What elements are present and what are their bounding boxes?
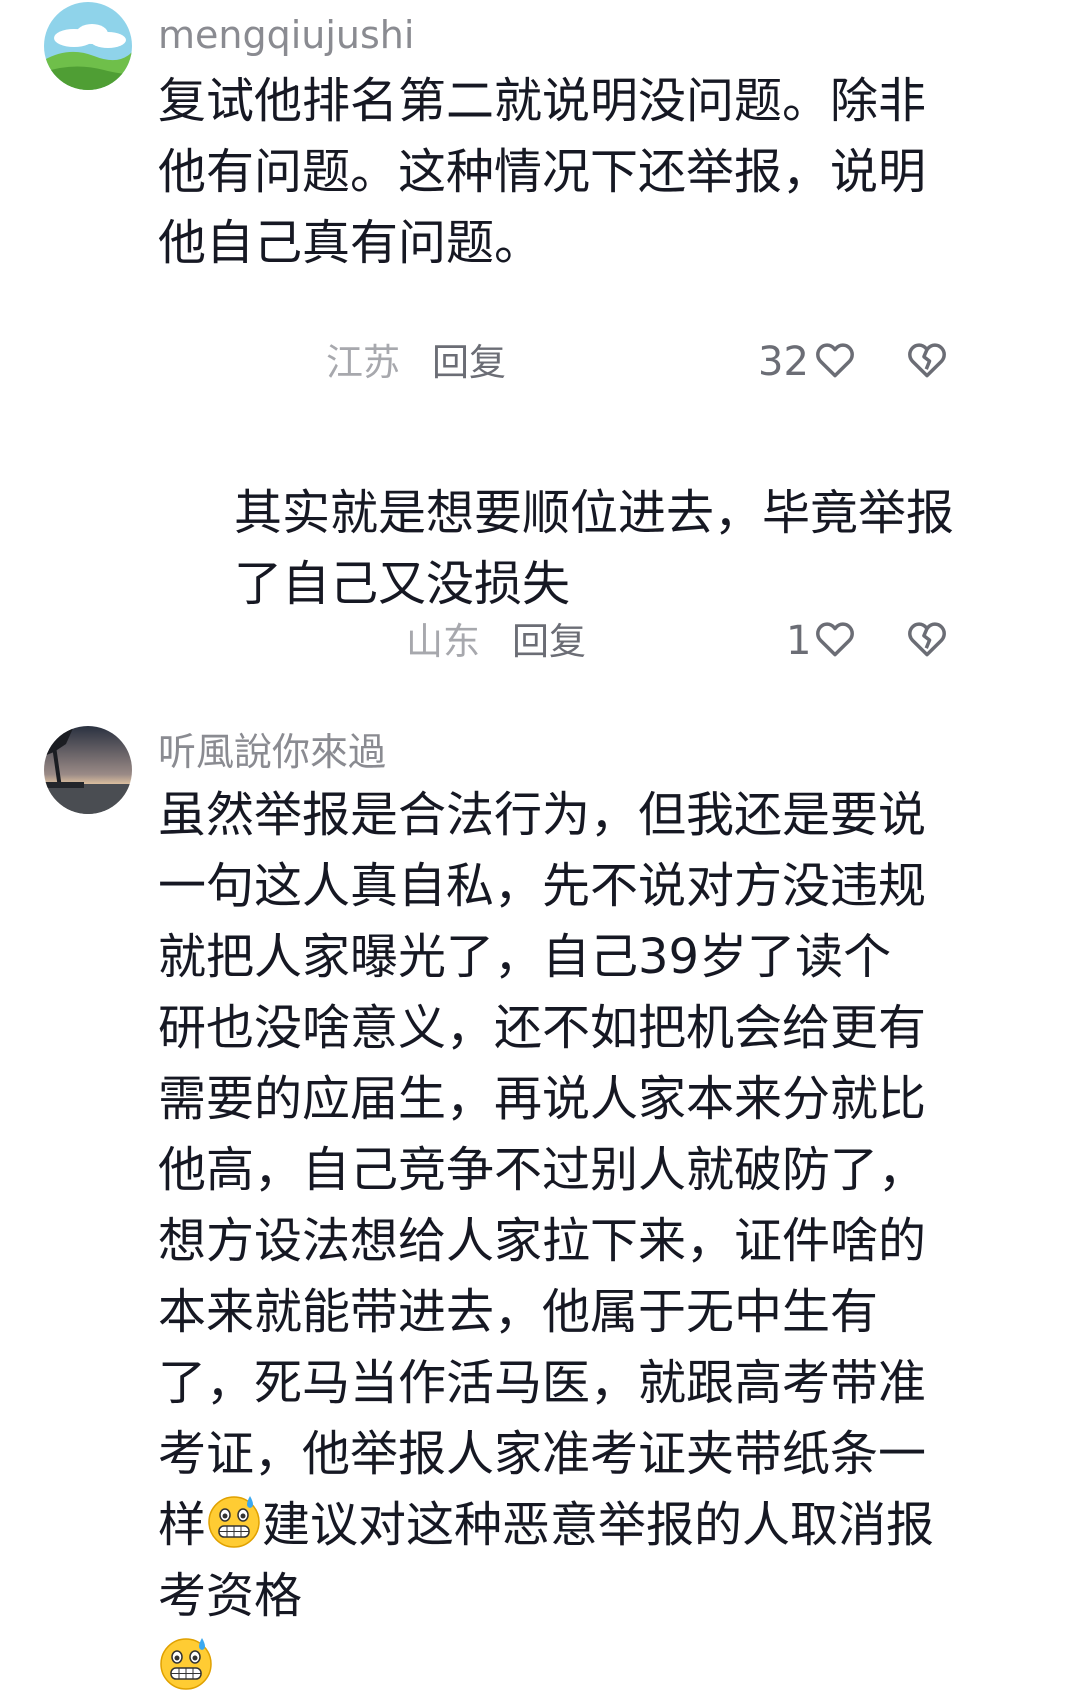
avatar[interactable] [44, 2, 132, 90]
dislike-button[interactable] [904, 617, 950, 661]
comment-text-part1: 虽然举报是合法行为，但我还是要说一句这人真自私，先不说对方没违规就把人家曝光了，… [158, 787, 927, 1553]
comment-meta: 山东 回复 [406, 623, 586, 660]
comment-text: 虽然举报是合法行为，但我还是要说一句这人真自私，先不说对方没违规就把人家曝光了，… [158, 780, 938, 1703]
heart-outline-icon [816, 343, 854, 378]
like-count: 32 [758, 339, 809, 385]
comment-meta: 江苏 回复 [326, 344, 506, 381]
comment-text: 其实就是想要顺位进去，毕竟举报了自己又没损失 [234, 485, 955, 612]
broken-heart-icon [908, 622, 946, 657]
broken-heart-icon [908, 343, 946, 378]
like-button[interactable] [812, 617, 858, 661]
avatar[interactable] [44, 726, 132, 814]
like-count: 1 [786, 618, 812, 664]
location-label: 山东 [406, 620, 480, 663]
grimacing-sweat-emoji [158, 1635, 214, 1691]
username[interactable]: mengqiujushi [158, 16, 414, 54]
comment-text-part2: 建议对这种恶意举报的人取消报考资格 [158, 1497, 935, 1624]
sunset-avatar-icon [44, 726, 132, 814]
landscape-avatar-icon [44, 2, 132, 90]
username[interactable]: 听風說你來過 [158, 733, 386, 771]
reply-button[interactable]: 回复 [512, 620, 586, 663]
heart-outline-icon [816, 622, 854, 657]
comment-text: 复试他排名第二就说明没问题。除非他有问题。这种情况下还举报，说明他自己真有问题。 [158, 73, 927, 271]
like-button[interactable] [812, 338, 858, 382]
grimacing-sweat-emoji [206, 1493, 262, 1549]
location-label: 江苏 [326, 341, 400, 384]
reply-button[interactable]: 回复 [432, 341, 506, 384]
dislike-button[interactable] [904, 338, 950, 382]
